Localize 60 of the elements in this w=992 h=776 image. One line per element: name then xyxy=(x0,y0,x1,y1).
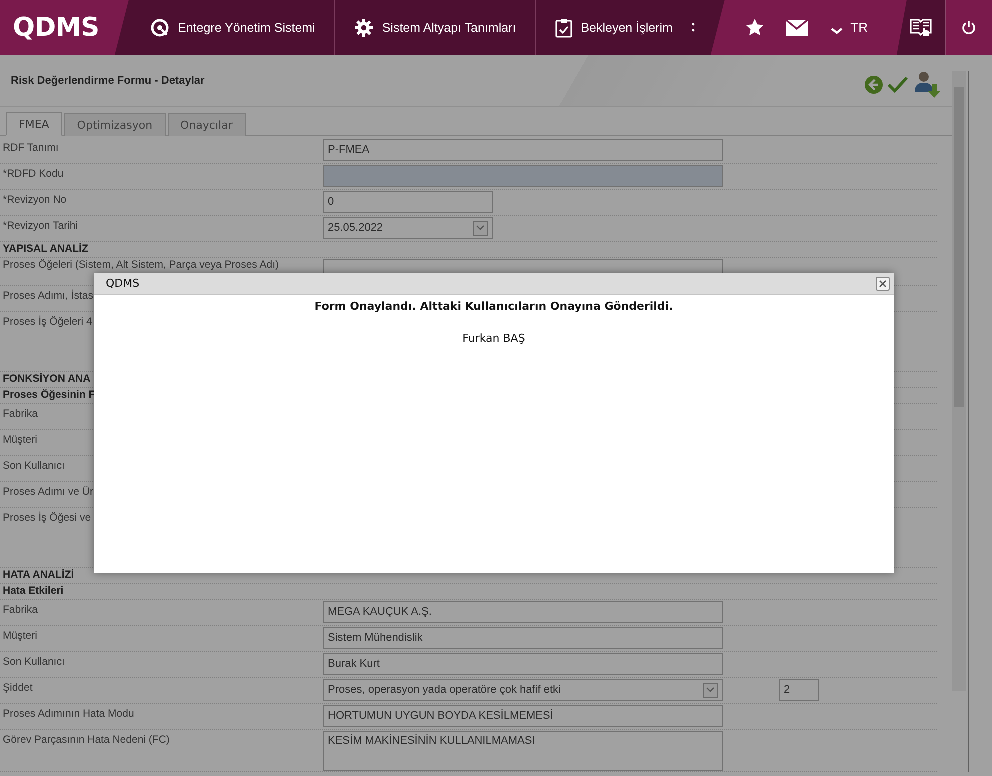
more-icon[interactable] xyxy=(692,23,695,32)
nav-item[interactable]: Bekleyen İşlerim xyxy=(536,0,692,55)
close-icon xyxy=(879,280,887,288)
text-field[interactable]: HORTUMUN UYGUN BOYDA KESİLMEMESİ xyxy=(323,705,723,727)
section-heading: YAPISAL ANALİZ xyxy=(3,243,88,255)
field-label: RDF Tanımı xyxy=(3,142,59,154)
field-label: *Revizyon No xyxy=(3,194,67,206)
text-field[interactable] xyxy=(323,165,723,187)
field-label: Müşteri xyxy=(3,434,38,446)
field-label: Görev Parçasının Hata Nedeni (FC) xyxy=(3,734,170,746)
text-field[interactable]: 0 xyxy=(323,191,493,213)
text-area[interactable]: KESİM MAKİNESİNİN KULLANILMAMASI xyxy=(323,731,723,771)
field-label: Son Kullanıcı xyxy=(3,656,65,668)
page-title: Risk Değerlendirme Formu - Detaylar xyxy=(11,74,206,86)
check-icon[interactable] xyxy=(888,76,908,92)
select-field[interactable]: Proses, operasyon yada operatöre çok hafif etki xyxy=(323,679,723,701)
q-icon xyxy=(150,18,170,38)
text-field[interactable]: Sistem Mühendislik xyxy=(323,627,723,649)
tab[interactable]: Onaycılar xyxy=(168,113,246,136)
back-icon[interactable] xyxy=(864,74,884,94)
field-label: Son Kullanıcı xyxy=(3,460,65,472)
settings-icon xyxy=(354,18,374,38)
field-label: Fabrika xyxy=(3,604,38,616)
field-label: *Revizyon Tarihi xyxy=(3,220,78,232)
language-selector[interactable]: TR xyxy=(850,20,868,35)
date-field[interactable]: 25.05.2022 xyxy=(323,217,493,239)
field-label: Proses Adımı ve Ür xyxy=(3,486,94,498)
logo: QDMS xyxy=(13,12,100,42)
chevron-icon[interactable] xyxy=(830,26,843,34)
dialog-message: Form Onaylandı. Alttaki Kullanıcıların Onayına Gönderildi. xyxy=(314,300,674,313)
dialog-title: QDMS xyxy=(106,277,140,290)
field-label: Şiddet xyxy=(3,682,33,694)
field-label: Proses İş Öğesi ve xyxy=(3,512,92,524)
section-heading: HATA ANALİZİ xyxy=(3,569,74,581)
field-label: *RDFD Kodu xyxy=(3,168,64,180)
dropdown-icon[interactable] xyxy=(703,682,718,698)
section-heading: Hata Etkileri xyxy=(3,585,64,597)
close-button[interactable] xyxy=(876,276,890,290)
section-heading: FONKSİYON ANA xyxy=(3,373,91,385)
text-field[interactable]: Burak Kurt xyxy=(323,653,723,675)
user-name: Furkan BAŞ xyxy=(462,332,526,345)
field-label: Proses Öğeleri (Sistem, Alt Sistem, Parça veya Proses Adı) xyxy=(3,259,280,271)
book-icon[interactable] xyxy=(910,18,932,38)
field-label: Proses İş Öğeleri 4 xyxy=(3,316,92,328)
field-label: Proses Adımının Hata Modu xyxy=(3,708,134,720)
field-label: Fabrika xyxy=(3,408,38,420)
star-icon[interactable] xyxy=(746,19,764,36)
field-label: Müşteri xyxy=(3,630,38,642)
text-field[interactable]: P-FMEA xyxy=(323,139,723,161)
score-field[interactable]: 2 xyxy=(779,679,819,701)
user-arrow-icon[interactable] xyxy=(912,70,942,100)
power-icon[interactable] xyxy=(962,20,976,35)
scrollbar[interactable] xyxy=(952,71,966,691)
tab[interactable]: Optimizasyon xyxy=(64,113,166,136)
text-field[interactable]: MEGA KAUÇUK A.Ş. xyxy=(323,601,723,623)
tab[interactable]: FMEA xyxy=(6,112,62,136)
field-label: Proses Adımı, İstas xyxy=(3,290,94,302)
dropdown-icon[interactable] xyxy=(473,220,488,236)
clipboard-icon xyxy=(555,18,574,38)
mail-icon[interactable] xyxy=(786,20,808,36)
